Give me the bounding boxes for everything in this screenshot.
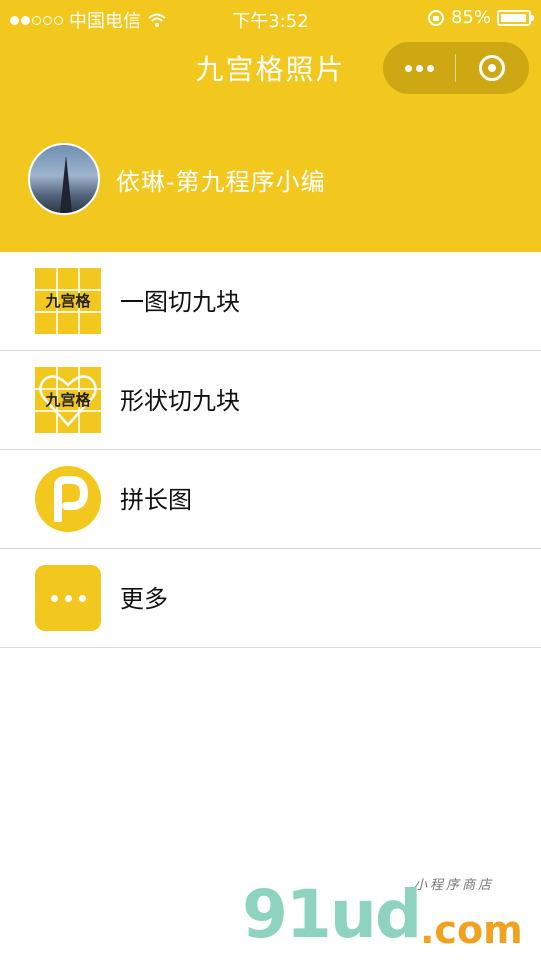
more-dots-icon	[35, 565, 101, 631]
watermark-logo: 91ud	[242, 876, 422, 953]
menu-item-more[interactable]: 更多	[0, 549, 541, 648]
watermark: 小程序商店 91ud .com	[242, 876, 523, 953]
menu-item-long-image[interactable]: 拼长图	[0, 450, 541, 549]
menu-item-shape-cut[interactable]: 九宫格 形状切九块	[0, 351, 541, 450]
watermark-suffix: .com	[420, 908, 523, 952]
orientation-lock-icon	[427, 9, 444, 26]
username: 依琳-第九程序小编	[116, 167, 326, 196]
p-circle-icon	[35, 466, 101, 532]
heart-grid-icon: 九宫格	[35, 367, 101, 433]
more-options-button[interactable]	[383, 42, 455, 94]
header-area: 中国电信 下午3:52 85% 九宫格照片 依琳-第九程序小编	[0, 0, 541, 252]
status-bar: 中国电信 下午3:52 85%	[0, 0, 541, 36]
miniprogram-capsule	[383, 42, 529, 94]
icon-text: 九宫格	[45, 292, 91, 310]
watermark-tagline: 小程序商店	[414, 878, 495, 893]
grid-nine-icon: 九宫格	[35, 268, 101, 334]
menu-item-label: 拼长图	[120, 486, 192, 514]
avatar[interactable]	[28, 143, 100, 215]
eiffel-tower-icon	[60, 157, 72, 213]
menu-item-label: 更多	[120, 585, 168, 613]
more-dots-icon	[404, 64, 412, 72]
menu-item-label: 一图切九块	[120, 288, 240, 316]
icon-text: 九宫格	[45, 391, 91, 409]
menu-item-grid-cut[interactable]: 九宫格 一图切九块	[0, 252, 541, 351]
close-miniprogram-button[interactable]	[456, 42, 528, 94]
menu-list: 九宫格 一图切九块 九宫格 形状切九块 拼长图 更多	[0, 252, 541, 648]
battery-percent: 85%	[450, 7, 491, 28]
menu-item-label: 形状切九块	[120, 387, 240, 415]
battery-icon	[497, 9, 534, 26]
user-profile: 依琳-第九程序小编	[28, 143, 326, 215]
status-right: 85%	[427, 7, 534, 28]
target-circle-icon	[479, 55, 505, 81]
